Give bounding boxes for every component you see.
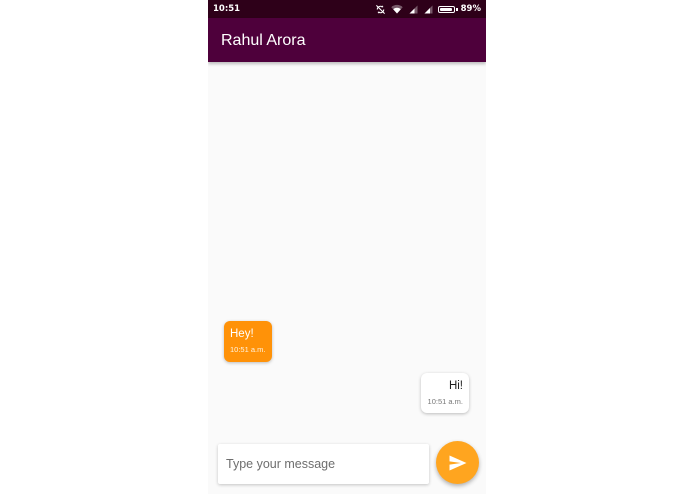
message-timestamp: 10:51 a.m. xyxy=(427,397,463,406)
battery-fill xyxy=(440,7,452,11)
status-icons: 89% xyxy=(375,3,481,15)
message-text: Hey! xyxy=(230,328,254,340)
wifi-icon xyxy=(391,4,403,14)
battery-icon xyxy=(438,5,456,13)
message-composer xyxy=(218,444,429,484)
message-text: Hi! xyxy=(448,380,463,392)
battery-tip xyxy=(456,7,458,11)
status-time: 10:51 xyxy=(213,4,241,14)
sync-disabled-icon xyxy=(375,4,386,15)
outgoing-message-bubble[interactable]: Hi! 10:51 a.m. xyxy=(421,373,469,413)
contact-name-title: Rahul Arora xyxy=(221,32,306,49)
signal-icon xyxy=(423,5,433,14)
chat-screen: 10:51 89% Rahul Arora Hey! 10:51 a.m. Hi… xyxy=(208,0,486,494)
send-button[interactable] xyxy=(436,441,479,484)
message-input[interactable] xyxy=(218,444,429,484)
incoming-message-bubble[interactable]: Hey! 10:51 a.m. xyxy=(224,321,272,362)
battery-percent: 89% xyxy=(460,4,481,14)
battery-indicator: 89% xyxy=(438,4,481,14)
send-icon xyxy=(449,455,466,470)
status-bar: 10:51 89% xyxy=(208,0,486,18)
app-bar: Rahul Arora xyxy=(208,18,486,62)
message-timestamp: 10:51 a.m. xyxy=(230,345,266,354)
signal-icon xyxy=(408,5,418,14)
